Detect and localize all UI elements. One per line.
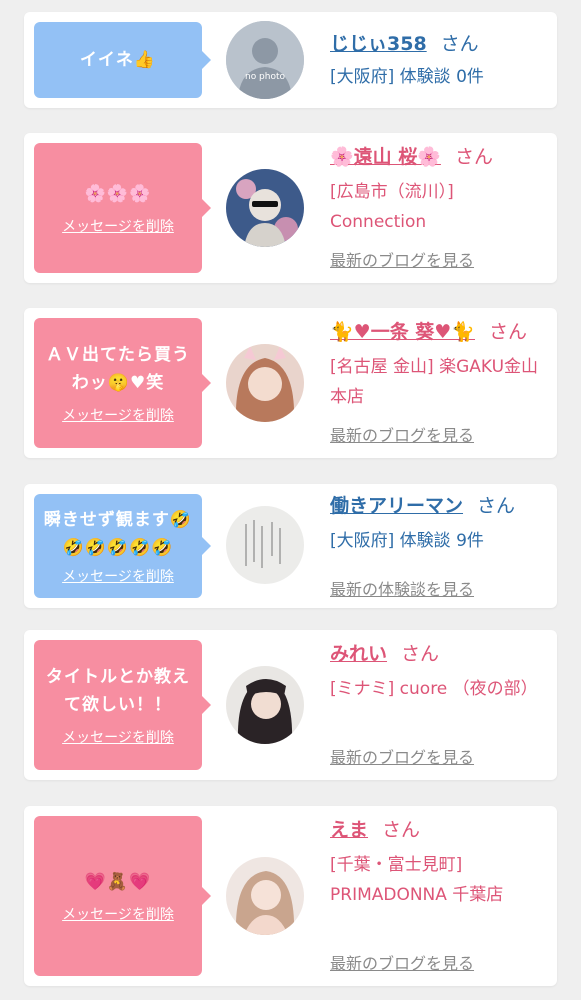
user-name-link[interactable]: 🐈♥一条 葵♥🐈 xyxy=(330,321,475,343)
message-bubble: タイトルとか教えて欲しい！！ メッセージを削除 xyxy=(34,640,211,770)
user-photo xyxy=(226,169,304,247)
user-info: えま さん [千葉・富士見町] PRIMADONNA 千葉店 最新のブログを見る xyxy=(330,816,540,976)
message-text: 瞬きせず観ます🤣🤣🤣🤣🤣🤣 xyxy=(43,510,193,558)
user-location: [ミナミ] cuore （夜の部） xyxy=(330,679,538,699)
user-name-link[interactable]: えま xyxy=(330,819,368,841)
user-info: みれい さん [ミナミ] cuore （夜の部） 最新のブログを見る xyxy=(330,640,540,770)
message-text: 💗🧸💗 xyxy=(84,872,152,892)
user-photo xyxy=(226,506,304,584)
user-info: 🌸遠山 桜🌸 さん [広島市（流川）] Connection 最新のブログを見る xyxy=(330,143,540,273)
avatar[interactable] xyxy=(226,506,304,584)
user-location: [千葉・富士見町] PRIMADONNA 千葉店 xyxy=(330,855,504,905)
user-name-link[interactable]: みれい xyxy=(330,643,387,665)
avatar[interactable]: no photo xyxy=(226,21,304,99)
delete-message-link[interactable]: メッセージを削除 xyxy=(62,216,174,236)
message-list: イイネ👍 no photo じじぃ358 さん [大阪府] 体験談 0件 🌸🌸🌸 … xyxy=(0,0,581,1000)
honorific: さん xyxy=(477,495,516,517)
honorific: さん xyxy=(440,33,479,55)
user-photo xyxy=(226,666,304,744)
honorific: さん xyxy=(489,321,528,343)
latest-blog-link[interactable]: 最新のブログを見る xyxy=(330,950,474,974)
delete-message-link[interactable]: メッセージを削除 xyxy=(62,405,174,425)
avatar-caption: no photo xyxy=(245,72,286,82)
latest-blog-link[interactable]: 最新のブログを見る xyxy=(330,247,474,271)
avatar[interactable] xyxy=(226,857,304,935)
avatar[interactable] xyxy=(226,344,304,422)
message-bubble: 🌸🌸🌸 メッセージを削除 xyxy=(34,143,211,273)
user-name-link[interactable]: じじぃ358 xyxy=(330,33,427,55)
avatar[interactable] xyxy=(226,666,304,744)
delete-message-link[interactable]: メッセージを削除 xyxy=(62,566,174,586)
message-card: イイネ👍 no photo じじぃ358 さん [大阪府] 体験談 0件 xyxy=(24,12,557,108)
message-card: ＡＶ出てたら買うわッ🤫♥笑 メッセージを削除 🐈♥一条 葵♥🐈 さん [名古屋 金… xyxy=(24,308,557,458)
user-location: [大阪府] 体験談 9件 xyxy=(330,531,484,551)
delete-message-link[interactable]: メッセージを削除 xyxy=(62,904,174,924)
honorific: さん xyxy=(454,146,493,168)
user-info: 働きアリーマン さん [大阪府] 体験談 9件 最新の体験談を見る xyxy=(330,492,540,600)
message-card: タイトルとか教えて欲しい！！ メッセージを削除 みれい さん [ミナミ] cuor… xyxy=(24,630,557,780)
user-info: じじぃ358 さん [大阪府] 体験談 0件 xyxy=(330,30,540,92)
message-card: 🌸🌸🌸 メッセージを削除 🌸遠山 桜🌸 さん [広島市（流川）] Connecti… xyxy=(24,133,557,283)
message-card: 瞬きせず観ます🤣🤣🤣🤣🤣🤣 メッセージを削除 働きアリーマン さん [大阪府] 体… xyxy=(24,484,557,608)
avatar[interactable] xyxy=(226,169,304,247)
message-text: 🌸🌸🌸 xyxy=(84,184,152,204)
user-name-link[interactable]: 🌸遠山 桜🌸 xyxy=(330,146,441,168)
message-bubble: 瞬きせず観ます🤣🤣🤣🤣🤣🤣 メッセージを削除 xyxy=(34,494,211,598)
latest-blog-link[interactable]: 最新のブログを見る xyxy=(330,744,474,768)
message-text: タイトルとか教えて欲しい！！ xyxy=(46,667,190,715)
user-location: [名古屋 金山] 楽GAKU金山本店 xyxy=(330,357,539,407)
message-bubble: 💗🧸💗 メッセージを削除 xyxy=(34,816,211,976)
honorific: さん xyxy=(382,819,421,841)
user-location: [広島市（流川）] Connection xyxy=(330,182,454,232)
no-photo-icon: no photo xyxy=(226,21,304,99)
delete-message-link[interactable]: メッセージを削除 xyxy=(62,727,174,747)
honorific: さん xyxy=(401,643,440,665)
message-bubble: イイネ👍 xyxy=(34,22,211,98)
message-text: ＡＶ出てたら買うわッ🤫♥笑 xyxy=(46,345,190,393)
user-location: [大阪府] 体験談 0件 xyxy=(330,67,484,87)
message-text: イイネ👍 xyxy=(79,50,157,70)
user-photo xyxy=(226,857,304,935)
user-info: 🐈♥一条 葵♥🐈 さん [名古屋 金山] 楽GAKU金山本店 最新のブログを見る xyxy=(330,318,540,448)
latest-blog-link[interactable]: 最新のブログを見る xyxy=(330,422,474,446)
user-photo xyxy=(226,344,304,422)
user-name-link[interactable]: 働きアリーマン xyxy=(330,495,463,517)
latest-review-link[interactable]: 最新の体験談を見る xyxy=(330,576,474,600)
message-card: 💗🧸💗 メッセージを削除 えま さん [千葉・富士見町] PRIMADONNA 千… xyxy=(24,806,557,986)
message-bubble: ＡＶ出てたら買うわッ🤫♥笑 メッセージを削除 xyxy=(34,318,211,448)
